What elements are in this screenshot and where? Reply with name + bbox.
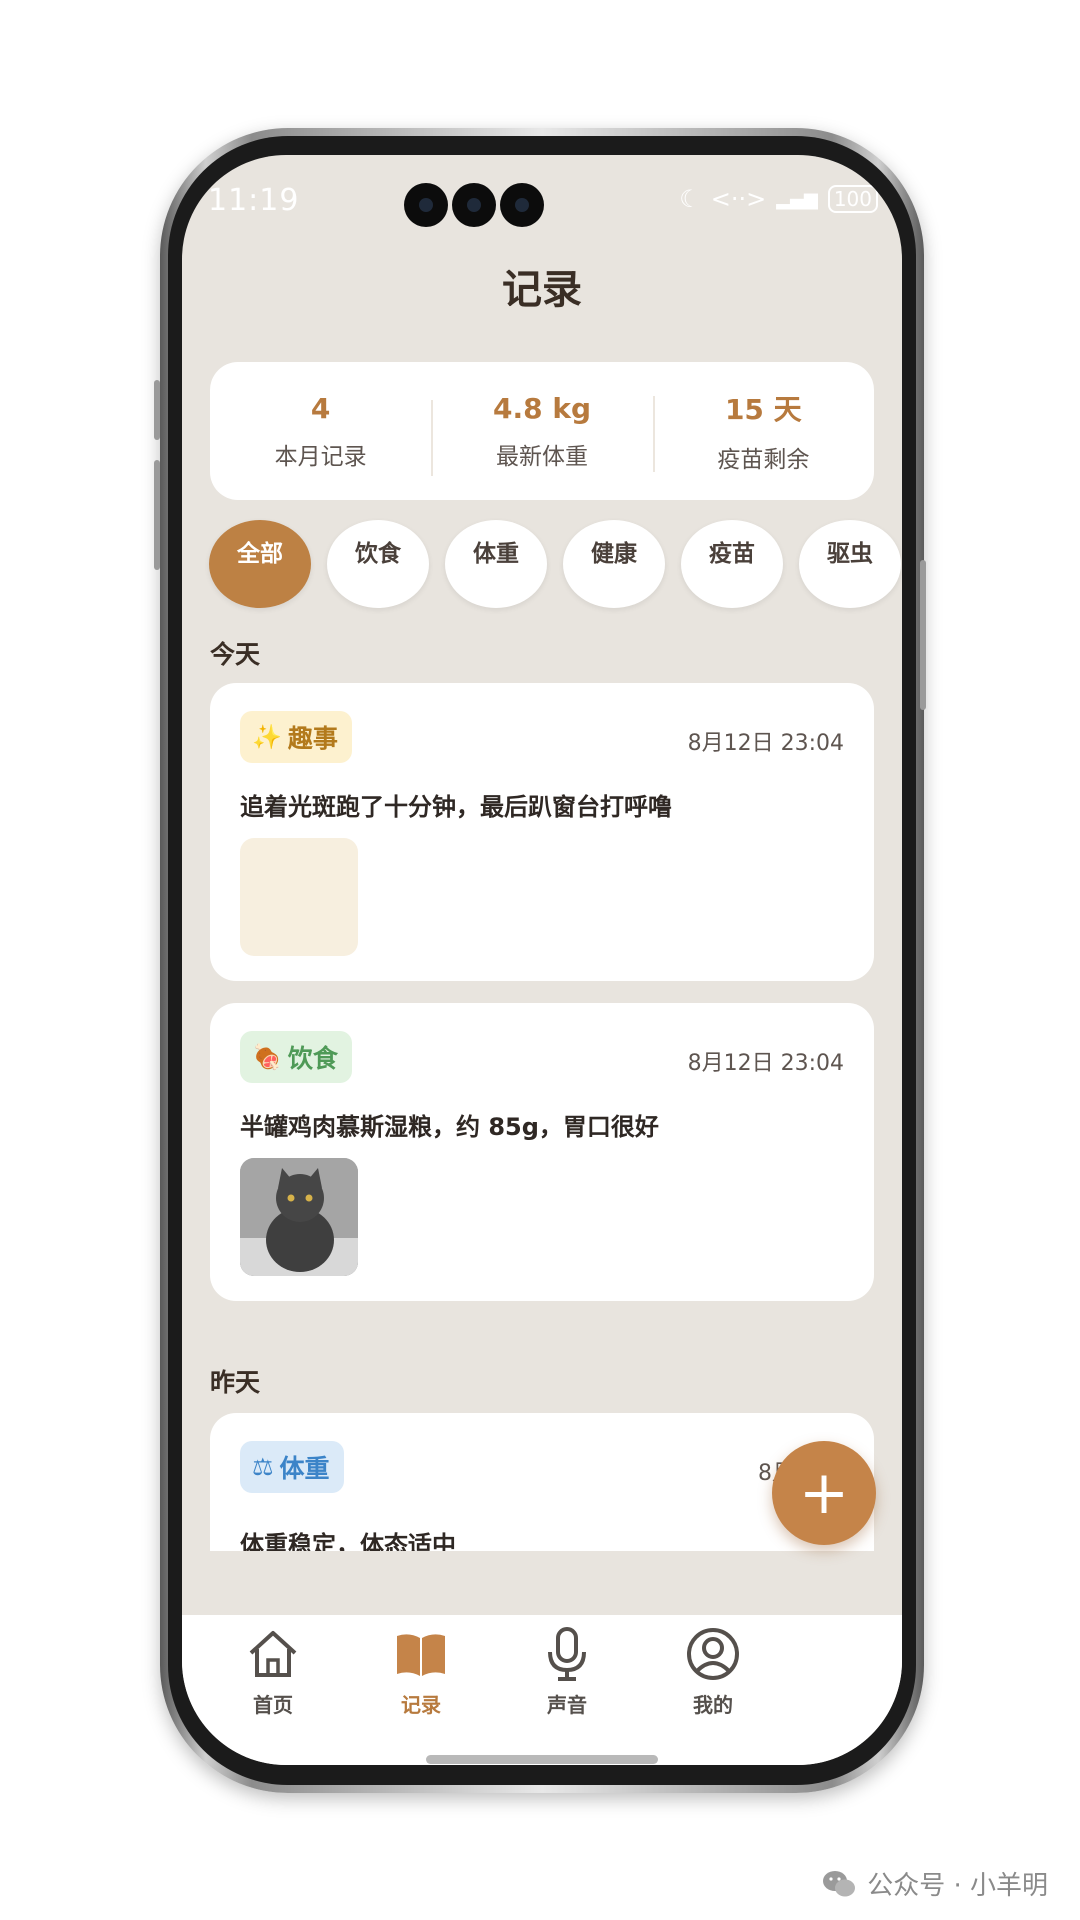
section-header-today: 今天 [210,640,261,669]
record-text: 半罐鸡肉慕斯湿粮，约 85g，胃口很好 [240,1113,659,1141]
filter-chip-health[interactable]: 健康 [563,520,665,608]
meat-icon: 🍖 [252,1043,282,1071]
camera-lens [452,183,496,227]
stat-value: 4 [310,391,331,425]
home-icon [218,1623,328,1685]
cat-photo-icon [240,1158,358,1276]
nav-item-home[interactable]: 首页 [218,1623,328,1718]
filter-chip-weight[interactable]: 体重 [445,520,547,608]
record-tag-label: 体重 [279,1454,330,1483]
add-record-button[interactable]: + [772,1441,876,1545]
status-bar: 11:19 ☾ <··> ▂▄▆ 100 [182,155,902,235]
nav-item-profile[interactable]: 我的 [658,1623,768,1718]
stat-value: 15 天 [724,393,802,426]
record-time: 8月12日 23:04 [687,1051,844,1076]
stat-label: 最新体重 [495,443,588,470]
filter-chip-all[interactable]: 全部 [209,520,311,608]
record-tag-fun: ✨ 趣事 [240,711,352,763]
phone-side-button [920,560,926,710]
record-tag-label: 趣事 [287,724,338,753]
phone-side-button [154,460,160,570]
wechat-icon [823,1870,856,1896]
camera-lens [500,183,544,227]
record-card[interactable]: 🍖 饮食 8月12日 23:04 半罐鸡肉慕斯湿粮，约 85g，胃口很好 [210,1003,874,1301]
scale-icon: ⚖ [252,1453,274,1481]
record-text: 体重稳定，体态适中 [240,1531,456,1551]
watermark-text: 公众号 · 小羊明 [867,1871,1048,1901]
record-tag-label: 饮食 [287,1044,338,1073]
filter-chips: 全部 饮食 体重 健康 疫苗 驱虫 [209,520,901,608]
record-text: 追着光斑跑了十分钟，最后趴窗台打呼噜 [240,793,672,821]
home-indicator[interactable] [426,1755,658,1764]
moon-icon: ☾ [679,185,701,213]
sparkles-icon: ✨ [252,723,282,751]
filter-chip-deworm[interactable]: 驱虫 [799,520,901,608]
battery-icon: 100 [827,185,878,213]
record-photo-placeholder[interactable] [240,838,358,956]
profile-icon [658,1623,768,1685]
stat-monthly-records: 4 本月记录 [210,392,431,471]
record-tag-weight: ⚖ 体重 [240,1441,344,1493]
phone-side-button [154,380,160,440]
nav-item-sound[interactable]: 声音 [512,1623,622,1718]
stat-value: 4.8 kg [492,391,591,425]
page-title: 记录 [502,267,582,313]
filter-chip-diet[interactable]: 饮食 [327,520,429,608]
status-icons: ☾ <··> ▂▄▆ 100 [679,185,878,213]
nav-label: 记录 [401,1693,441,1717]
record-card[interactable]: ✨ 趣事 8月12日 23:04 追着光斑跑了十分钟，最后趴窗台打呼噜 [210,683,874,981]
camera-lens [404,183,448,227]
signal-icon: ▂▄▆ [776,188,818,210]
microphone-icon [512,1623,622,1685]
stat-label: 本月记录 [274,443,367,470]
watermark: 公众号 · 小羊明 [821,1865,1048,1902]
record-tag-diet: 🍖 饮食 [240,1031,352,1083]
bottom-nav: 首页 记录 声音 我的 [182,1615,902,1765]
nav-label: 首页 [253,1693,293,1717]
record-photo-cat[interactable] [240,1158,358,1276]
app-screen: 11:19 ☾ <··> ▂▄▆ 100 记录 4 本月记录 4.8 kg 最新… [182,155,902,1765]
status-time: 11:19 [208,183,300,218]
nav-label: 声音 [547,1693,587,1717]
stat-vaccine-remaining: 15 天 疫苗剩余 [652,388,874,474]
data-transfer-icon: <··> [710,185,767,213]
stats-card: 4 本月记录 4.8 kg 最新体重 15 天 疫苗剩余 [210,362,874,500]
record-time: 8月12日 23:04 [687,731,844,756]
nav-label: 我的 [693,1693,733,1717]
stat-latest-weight: 4.8 kg 最新体重 [431,391,652,476]
section-header-yesterday: 昨天 [210,1368,261,1397]
nav-item-records[interactable]: 记录 [366,1623,476,1718]
filter-chip-vaccine[interactable]: 疫苗 [681,520,783,608]
book-icon [366,1623,476,1685]
stat-label: 疫苗剩余 [717,447,810,473]
